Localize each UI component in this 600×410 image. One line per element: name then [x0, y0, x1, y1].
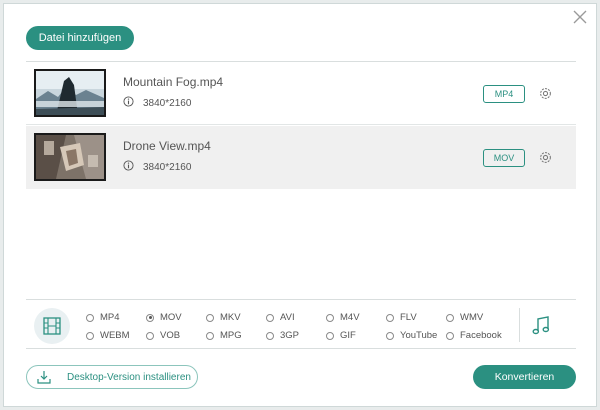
- film-icon: [43, 317, 61, 335]
- radio-button[interactable]: [446, 331, 454, 340]
- radio-button[interactable]: [266, 313, 274, 322]
- radio-button[interactable]: [446, 313, 454, 322]
- format-option[interactable]: WMV: [446, 312, 483, 323]
- format-option[interactable]: M4V: [326, 312, 360, 323]
- format-label: FLV: [400, 312, 417, 323]
- file-row[interactable]: Mountain Fog.mp4 3840*2160 MP4: [26, 62, 576, 125]
- format-label: GIF: [340, 330, 356, 341]
- radio-button[interactable]: [206, 331, 214, 340]
- file-list: Mountain Fog.mp4 3840*2160 MP4 Drone Vie…: [26, 61, 576, 189]
- output-format-badge[interactable]: MOV: [483, 149, 525, 167]
- format-option[interactable]: GIF: [326, 330, 356, 341]
- format-label: WEBM: [100, 330, 130, 341]
- format-option[interactable]: VOB: [146, 330, 180, 341]
- music-icon[interactable]: [531, 315, 551, 337]
- format-label: WMV: [460, 312, 484, 323]
- output-format-badge[interactable]: MP4: [483, 85, 525, 103]
- video-thumbnail: [34, 69, 106, 117]
- radio-button[interactable]: [86, 313, 94, 322]
- download-icon: [37, 371, 51, 384]
- converter-dialog: Datei hinzufügen Mountain Fog.mp4 3840*2…: [3, 3, 597, 407]
- convert-button[interactable]: Konvertieren: [473, 365, 576, 389]
- file-name: Mountain Fog.mp4: [123, 75, 224, 89]
- format-label: MOV: [160, 312, 182, 323]
- format-option[interactable]: WEBM: [86, 330, 130, 341]
- video-format-tab[interactable]: [34, 308, 70, 344]
- format-panel: MP4 MOV MKV AVI M4V FLV WMV WEBM VOB MPG…: [26, 299, 576, 349]
- format-label: MP4: [100, 312, 120, 323]
- format-label: AVI: [280, 312, 295, 323]
- format-option[interactable]: Facebook: [446, 330, 502, 341]
- divider: [519, 308, 520, 342]
- add-file-button[interactable]: Datei hinzufügen: [26, 26, 134, 50]
- radio-button[interactable]: [386, 331, 394, 340]
- format-label: Facebook: [460, 330, 502, 341]
- format-label: VOB: [160, 330, 181, 341]
- gear-icon[interactable]: [538, 86, 553, 101]
- radio-button[interactable]: [326, 313, 334, 322]
- radio-button[interactable]: [326, 331, 334, 340]
- format-option[interactable]: MKV: [206, 312, 241, 323]
- file-resolution: 3840*2160: [143, 162, 192, 173]
- format-option[interactable]: FLV: [386, 312, 417, 323]
- format-label: MKV: [220, 312, 241, 323]
- install-desktop-label: Desktop-Version installieren: [67, 372, 191, 383]
- format-option[interactable]: AVI: [266, 312, 295, 323]
- radio-button[interactable]: [146, 313, 154, 322]
- format-option[interactable]: YouTube: [386, 330, 437, 341]
- install-desktop-button[interactable]: Desktop-Version installieren: [26, 365, 198, 389]
- format-label: YouTube: [400, 330, 438, 341]
- gear-icon[interactable]: [538, 150, 553, 165]
- radio-button[interactable]: [266, 331, 274, 340]
- format-option[interactable]: MP4: [86, 312, 120, 323]
- radio-button[interactable]: [86, 331, 94, 340]
- format-label: 3GP: [280, 330, 300, 341]
- radio-button[interactable]: [206, 313, 214, 322]
- format-option[interactable]: MPG: [206, 330, 242, 341]
- close-icon[interactable]: [572, 9, 588, 25]
- format-option[interactable]: 3GP: [266, 330, 299, 341]
- format-options: MP4 MOV MKV AVI M4V FLV WMV WEBM VOB MPG…: [86, 308, 506, 344]
- format-label: M4V: [340, 312, 360, 323]
- info-icon[interactable]: [123, 160, 134, 171]
- video-thumbnail: [34, 133, 106, 181]
- radio-button[interactable]: [386, 313, 394, 322]
- file-name: Drone View.mp4: [123, 139, 211, 153]
- file-resolution: 3840*2160: [143, 98, 192, 109]
- radio-button[interactable]: [146, 331, 154, 340]
- info-icon[interactable]: [123, 96, 134, 107]
- format-option[interactable]: MOV: [146, 312, 182, 323]
- file-row[interactable]: Drone View.mp4 3840*2160 MOV: [26, 126, 576, 189]
- format-label: MPG: [220, 330, 242, 341]
